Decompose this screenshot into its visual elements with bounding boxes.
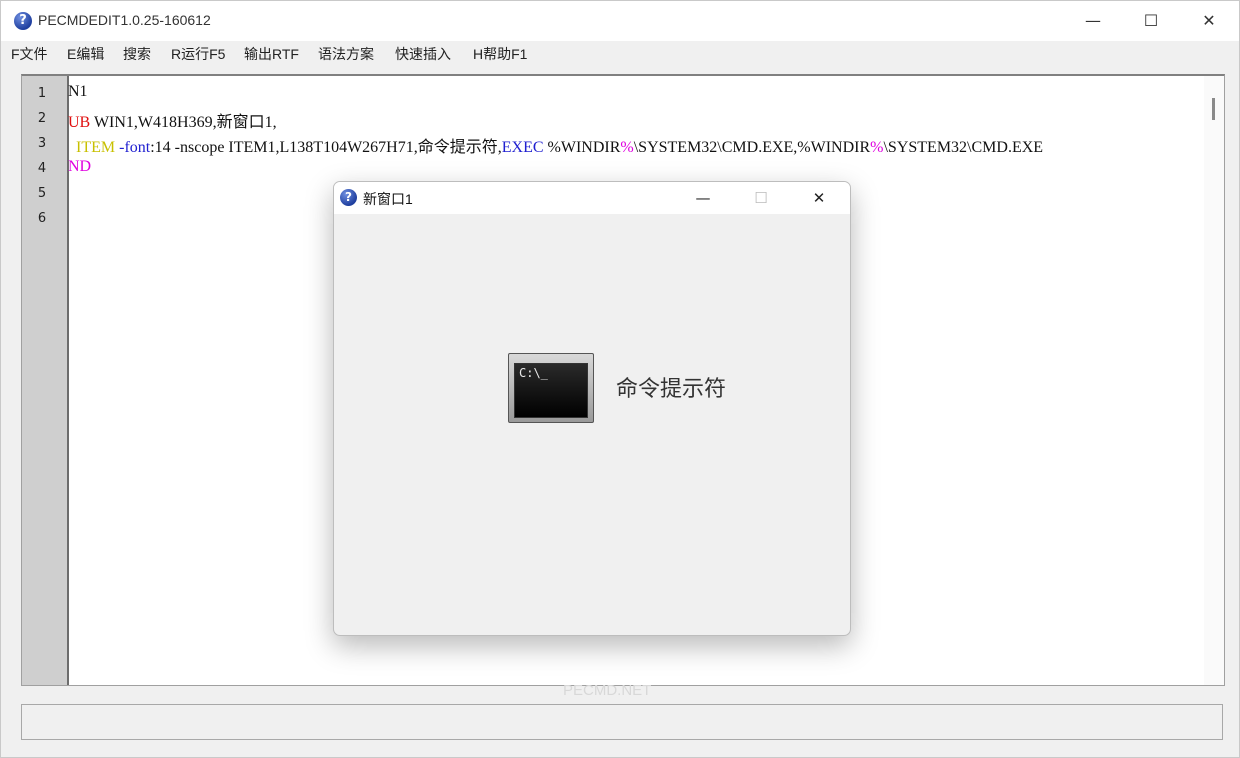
code-token-variable: % bbox=[870, 139, 884, 156]
vertical-scrollbar[interactable] bbox=[1204, 76, 1224, 685]
code-token-keyword: UB bbox=[68, 114, 91, 131]
status-bar bbox=[21, 704, 1223, 740]
line-number: 2 bbox=[37, 111, 47, 126]
cmd-prompt-text: C:\_ bbox=[519, 366, 548, 380]
preview-window: ? 新窗口1 — ☐ ✕ C:\_ 命令提示符 bbox=[333, 181, 851, 636]
code-line-3: ITEM -font:14 -nscope ITEM1,L138T104W267… bbox=[68, 133, 1043, 157]
code-token: \SYSTEM32\CMD.EXE bbox=[883, 139, 1044, 156]
line-number: 5 bbox=[37, 186, 47, 201]
code-line-2: UB WIN1,W418H369,新窗口1, bbox=[68, 108, 277, 132]
preview-title-bar[interactable]: ? 新窗口1 — ☐ ✕ bbox=[334, 182, 850, 214]
menu-help[interactable]: H帮助F1 bbox=[473, 44, 527, 64]
minimize-icon: — bbox=[695, 189, 711, 207]
title-bar[interactable]: ? PECMDEDIT1.0.25-160612 — ☐ ✕ bbox=[1, 1, 1239, 41]
line-number-gutter: 1 2 3 4 5 6 bbox=[22, 76, 69, 685]
code-token: :14 -nscope ITEM1,L138T104W267H71,命令提示符, bbox=[150, 139, 502, 156]
code-token: \SYSTEM32\CMD.EXE,%WINDIR bbox=[633, 139, 871, 156]
scrollbar-thumb[interactable] bbox=[1212, 98, 1215, 120]
menu-syntax-scheme[interactable]: 语法方案 bbox=[318, 44, 374, 64]
maximize-button[interactable]: ☐ bbox=[1122, 1, 1180, 41]
menu-edit[interactable]: E编辑 bbox=[67, 44, 104, 64]
cmd-launch-item[interactable]: C:\_ 命令提示符 bbox=[508, 353, 776, 425]
menu-quick-insert[interactable]: 快速插入 bbox=[395, 44, 451, 64]
close-icon: ✕ bbox=[1202, 11, 1216, 30]
close-icon: ✕ bbox=[812, 189, 826, 207]
code-line-1: N1 bbox=[68, 83, 88, 101]
code-token: N1 bbox=[68, 83, 88, 100]
code-token: WIN1,W418H369,新窗口1, bbox=[90, 114, 277, 131]
line-number: 3 bbox=[37, 136, 47, 151]
line-number: 1 bbox=[37, 86, 47, 101]
question-icon: ? bbox=[14, 12, 32, 30]
code-token-command: EXEC bbox=[501, 139, 544, 156]
code-token-variable: % bbox=[620, 139, 634, 156]
code-token-keyword: ND bbox=[68, 158, 92, 175]
maximize-icon: ☐ bbox=[754, 189, 768, 207]
code-line-4: ND bbox=[68, 158, 91, 176]
preview-maximize-button: ☐ bbox=[732, 182, 790, 214]
menu-file[interactable]: F文件 bbox=[11, 44, 48, 64]
menu-bar: F文件 E编辑 搜索 R运行F5 输出RTF 语法方案 快速插入 H帮助F1 bbox=[1, 41, 1239, 65]
minimize-icon: — bbox=[1085, 11, 1101, 30]
watermark-text: PECMD.NET bbox=[563, 682, 652, 699]
code-token: %WINDIR bbox=[543, 139, 621, 156]
preview-close-button[interactable]: ✕ bbox=[790, 182, 848, 214]
menu-run[interactable]: R运行F5 bbox=[171, 44, 225, 64]
minimize-button[interactable]: — bbox=[1064, 1, 1122, 41]
question-icon: ? bbox=[340, 189, 357, 206]
line-number: 4 bbox=[37, 161, 47, 176]
line-number: 6 bbox=[37, 211, 47, 226]
code-token-option: -font bbox=[115, 139, 151, 156]
preview-minimize-button[interactable]: — bbox=[674, 182, 732, 214]
close-button[interactable]: ✕ bbox=[1180, 1, 1238, 41]
menu-search[interactable]: 搜索 bbox=[123, 44, 151, 64]
cmd-icon-screen: C:\_ bbox=[514, 363, 588, 418]
maximize-icon: ☐ bbox=[1143, 11, 1159, 30]
preview-window-title: 新窗口1 bbox=[363, 191, 413, 207]
cmd-item-label: 命令提示符 bbox=[616, 376, 727, 401]
window-title: PECMDEDIT1.0.25-160612 bbox=[38, 12, 211, 28]
code-token-keyword: ITEM bbox=[76, 139, 116, 156]
cmd-icon: C:\_ bbox=[508, 353, 594, 423]
menu-export-rtf[interactable]: 输出RTF bbox=[244, 44, 299, 64]
